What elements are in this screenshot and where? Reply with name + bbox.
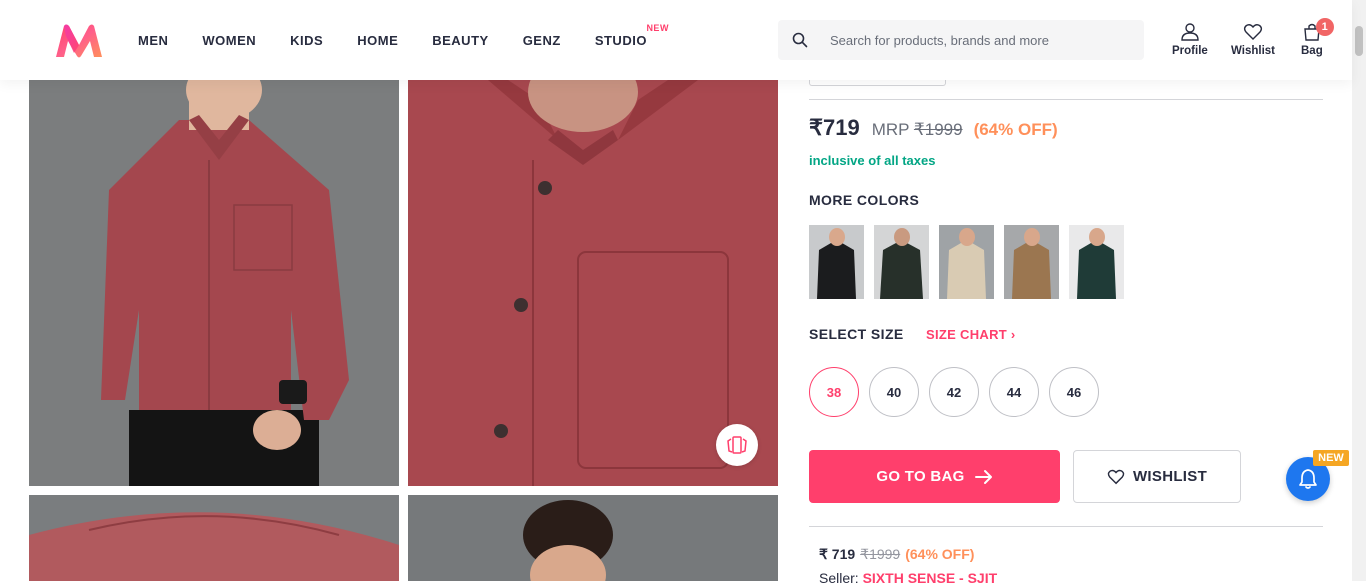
myntra-logo-icon[interactable]: [54, 23, 104, 59]
black-shirt-thumbnail: [809, 225, 864, 299]
mrp-value: ₹1999: [913, 120, 963, 139]
chevron-right-icon: ›: [1010, 327, 1016, 342]
color-swatch-brown[interactable]: [1004, 225, 1059, 299]
heart-icon: [1107, 469, 1125, 484]
mrp-label: MRP: [871, 120, 910, 139]
color-swatch-black[interactable]: [809, 225, 864, 299]
product-image-back[interactable]: [29, 495, 399, 581]
size-options: 38 40 42 44 46: [809, 367, 1109, 417]
shirt-back-image: [29, 495, 399, 581]
size-option-46[interactable]: 46: [1049, 367, 1099, 417]
go-to-bag-button[interactable]: GO TO BAG: [809, 450, 1060, 503]
go-to-bag-label: GO TO BAG: [876, 468, 965, 485]
size-chart-label: SIZE CHART: [926, 327, 1007, 342]
page-scrollbar[interactable]: [1352, 0, 1366, 581]
discount-label: (64% OFF): [973, 120, 1058, 139]
search-icon: [792, 32, 808, 48]
tax-note: inclusive of all taxes: [809, 153, 936, 168]
shirt-closeup-image: [408, 80, 778, 486]
color-swatch-dark-green[interactable]: [1069, 225, 1124, 299]
color-swatches: [809, 225, 1134, 299]
size-option-42[interactable]: 42: [929, 367, 979, 417]
offer-price-row: ₹ 719 ₹1999 (64% OFF): [819, 546, 974, 563]
divider: [809, 99, 1323, 100]
bell-icon: [1299, 469, 1317, 489]
studio-new-badge: NEW: [646, 22, 669, 33]
select-size-title: SELECT SIZE: [809, 326, 904, 342]
color-swatch-dark-olive[interactable]: [874, 225, 929, 299]
size-option-40[interactable]: 40: [869, 367, 919, 417]
green-shirt-thumbnail: [1069, 225, 1124, 299]
nav-beauty[interactable]: BEAUTY: [432, 33, 488, 48]
similar-products-icon: [727, 436, 747, 454]
nav-home[interactable]: HOME: [357, 33, 398, 48]
color-swatch-beige[interactable]: [939, 225, 994, 299]
size-chart-link[interactable]: SIZE CHART ›: [926, 327, 1016, 342]
product-image-closeup[interactable]: [408, 80, 778, 486]
nav-kids[interactable]: KIDS: [290, 33, 323, 48]
scrollbar-thumb[interactable]: [1355, 26, 1363, 56]
seller-info: Seller: SIXTH SENSE - SJIT: [819, 570, 997, 586]
price-row: ₹719 MRP ₹1999 (64% OFF): [809, 115, 1058, 141]
seller-label: Seller:: [819, 570, 859, 586]
profile-icon: [1181, 23, 1199, 41]
nav-men[interactable]: MEN: [138, 33, 168, 48]
swatch-fill-0: [817, 243, 856, 299]
bag-count-badge: 1: [1315, 18, 1334, 36]
wishlist-button-label: WISHLIST: [1132, 468, 1208, 485]
site-header: MEN WOMEN KIDS HOME BEAUTY GENZ STUDIO N…: [0, 0, 1352, 80]
bag-label: Bag: [1301, 45, 1323, 57]
view-similar-button[interactable]: [716, 424, 758, 466]
swatch-fill-4: [1077, 243, 1116, 299]
bag-button[interactable]: Bag 1: [1301, 18, 1334, 57]
nav-studio-label: STUDIO: [594, 32, 647, 48]
wishlist-label: Wishlist: [1231, 45, 1275, 57]
selling-price: ₹719: [809, 115, 860, 140]
model-front-image: [29, 80, 399, 486]
size-option-38[interactable]: 38: [809, 367, 859, 417]
size-option-44[interactable]: 44: [989, 367, 1039, 417]
model-face-image: [408, 495, 778, 581]
seller-name[interactable]: SIXTH SENSE - SJIT: [863, 570, 998, 586]
swatch-fill-1: [880, 243, 923, 299]
swatch-fill-2: [947, 243, 986, 299]
heart-icon: [1243, 24, 1263, 40]
arrow-right-icon: [974, 469, 992, 484]
mrp: MRP ₹1999: [872, 120, 963, 140]
beige-shirt-thumbnail: [939, 225, 994, 299]
swatch-fill-3: [1012, 243, 1051, 299]
offer-discount: (64% OFF): [905, 546, 975, 562]
nav-genz[interactable]: GENZ: [523, 33, 561, 48]
nav-studio[interactable]: STUDIO NEW: [594, 23, 669, 48]
profile-button[interactable]: Profile: [1172, 22, 1208, 57]
brown-shirt-thumbnail: [1004, 225, 1059, 299]
nav-women[interactable]: WOMEN: [202, 33, 256, 48]
search-bar[interactable]: [778, 20, 1144, 60]
more-colors-title: MORE COLORS: [809, 192, 920, 208]
product-image-front[interactable]: [29, 80, 399, 486]
wishlist-button[interactable]: WISHLIST: [1073, 450, 1241, 503]
main-nav: MEN WOMEN KIDS HOME BEAUTY GENZ STUDIO N…: [138, 0, 681, 80]
offer-mrp: ₹1999: [860, 546, 901, 562]
product-image-model-face[interactable]: [408, 495, 778, 581]
notification-new-tag: NEW: [1313, 450, 1349, 466]
search-input[interactable]: [830, 32, 1130, 48]
profile-label: Profile: [1172, 45, 1208, 57]
wishlist-header-button[interactable]: Wishlist: [1231, 22, 1275, 57]
offer-price: ₹ 719: [819, 546, 856, 562]
olive-shirt-thumbnail: [874, 225, 929, 299]
divider: [809, 526, 1323, 527]
